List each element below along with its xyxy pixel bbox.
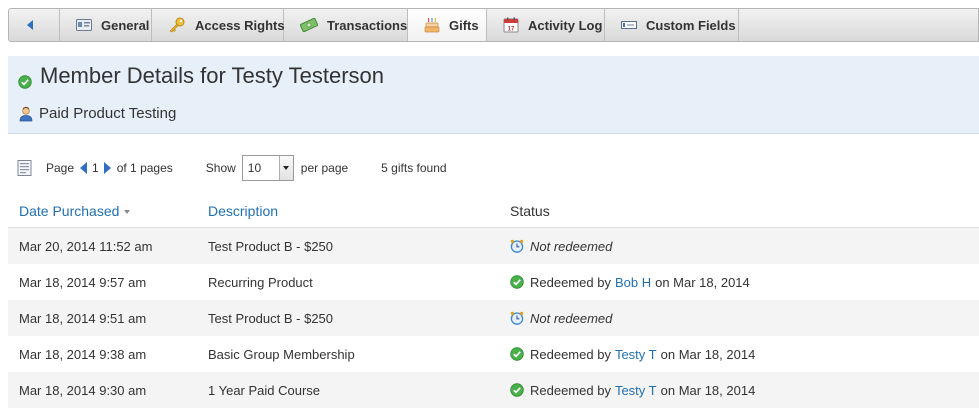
per-page-value: 10 xyxy=(247,161,262,175)
status-suffix: on Mar 18, 2014 xyxy=(655,274,750,290)
alarm-clock-icon xyxy=(510,239,524,253)
result-count: 5 gifts found xyxy=(381,161,447,175)
status-prefix: Redeemed by xyxy=(530,274,611,290)
tab-back[interactable] xyxy=(9,9,60,41)
member-header: Member Details for Testy Testerson Paid … xyxy=(8,56,979,134)
money-icon xyxy=(300,17,318,33)
tab-custom-fields[interactable]: Custom Fields xyxy=(605,9,739,41)
current-page: 1 xyxy=(92,161,99,175)
user-icon xyxy=(19,106,33,122)
page-title: Member Details for Testy Testerson xyxy=(40,63,384,88)
check-circle-icon xyxy=(510,347,524,361)
next-page-icon[interactable] xyxy=(103,162,111,174)
tab-label: Transactions xyxy=(327,17,408,33)
tab-activity-log[interactable]: 17 Activity Log xyxy=(487,9,605,41)
status-suffix: on Mar 18, 2014 xyxy=(660,346,756,362)
cell-description: Basic Group Membership xyxy=(208,346,355,362)
status-suffix: on Mar 18, 2014 xyxy=(660,382,756,398)
status-prefix: Redeemed by xyxy=(530,346,611,362)
tab-transactions[interactable]: Transactions xyxy=(284,9,408,41)
column-date-purchased[interactable]: Date Purchased xyxy=(8,203,198,219)
form-field-icon xyxy=(621,17,637,33)
redeemer-link[interactable]: Testy T xyxy=(615,347,657,362)
show-label: Show xyxy=(205,161,236,175)
page-title-row: Member Details for Testy Testerson xyxy=(18,63,384,89)
tab-general[interactable]: General xyxy=(60,9,152,41)
pager: Page 1 of 1 pages Show 10 per page 5 gif… xyxy=(16,155,976,181)
check-circle-icon xyxy=(510,275,524,289)
cell-description: Recurring Product xyxy=(208,274,313,290)
tab-label: Custom Fields xyxy=(646,17,736,33)
sort-date-link[interactable]: Date Purchased xyxy=(19,203,119,219)
cell-description: Test Product B - $250 xyxy=(208,238,334,254)
cell-status: Redeemed by Testy T on Mar 18, 2014 xyxy=(499,347,979,362)
tab-label: General xyxy=(101,17,150,33)
per-page-label: per page xyxy=(300,161,349,175)
member-level-row: Paid Product Testing xyxy=(19,105,176,122)
column-status: Status xyxy=(499,203,979,219)
cell-status: Redeemed by Bob H on Mar 18, 2014 xyxy=(499,275,979,290)
status-header-label: Status xyxy=(510,202,550,219)
svg-text:17: 17 xyxy=(508,27,515,33)
status-text: Not redeemed xyxy=(530,310,613,326)
cell-date: Mar 18, 2014 9:30 am xyxy=(19,382,147,398)
table-row: Mar 20, 2014 11:52 am Test Product B - $… xyxy=(8,228,979,264)
back-arrow-icon xyxy=(21,17,39,33)
redeemer-link[interactable]: Testy T xyxy=(615,383,657,398)
cell-date: Mar 18, 2014 9:51 am xyxy=(19,310,147,326)
cell-status: Redeemed by Testy T on Mar 18, 2014 xyxy=(499,383,979,398)
table-row: Mar 18, 2014 9:38 am Basic Group Members… xyxy=(8,336,979,372)
cell-status: Not redeemed xyxy=(499,311,979,326)
prev-page-icon[interactable] xyxy=(80,162,88,174)
key-icon xyxy=(168,17,186,33)
alarm-clock-icon xyxy=(510,311,524,325)
tab-bar: General Access Rights Transactions Gifts… xyxy=(8,8,979,42)
page-list-icon xyxy=(16,159,34,177)
cell-date: Mar 20, 2014 11:52 am xyxy=(19,238,153,254)
status-prefix: Redeemed by xyxy=(530,382,611,398)
page-count: of 1 pages xyxy=(116,161,173,175)
table-row: Mar 18, 2014 9:51 am Test Product B - $2… xyxy=(8,300,979,336)
tab-gifts[interactable]: Gifts xyxy=(408,9,487,41)
cell-description: 1 Year Paid Course xyxy=(208,382,321,398)
id-card-icon xyxy=(76,17,92,33)
tab-label: Access Rights xyxy=(195,17,285,33)
cell-status: Not redeemed xyxy=(499,239,979,254)
sort-description-link[interactable]: Description xyxy=(208,203,278,219)
cell-date: Mar 18, 2014 9:38 am xyxy=(19,346,147,362)
tab-label: Gifts xyxy=(449,17,479,33)
cell-date: Mar 18, 2014 9:57 am xyxy=(19,274,147,290)
per-page-select[interactable]: 10 xyxy=(241,155,294,181)
table-header: Date Purchased Description Status xyxy=(8,194,979,228)
cell-description: Test Product B - $250 xyxy=(208,310,334,326)
member-level-name: Paid Product Testing xyxy=(39,105,177,122)
tab-label: Activity Log xyxy=(528,17,603,33)
calendar-icon: 17 xyxy=(503,17,519,33)
status-text: Not redeemed xyxy=(530,238,613,254)
check-circle-icon xyxy=(510,383,524,397)
gifts-table: Date Purchased Description Status Mar 20… xyxy=(8,194,979,408)
column-description[interactable]: Description xyxy=(198,203,499,219)
check-circle-icon xyxy=(18,69,32,89)
table-row: Mar 18, 2014 9:57 am Recurring Product R… xyxy=(8,264,979,300)
redeemer-link[interactable]: Bob H xyxy=(615,275,651,290)
sort-desc-icon xyxy=(124,209,131,214)
page-label: Page xyxy=(46,161,75,175)
table-row: Mar 18, 2014 9:30 am 1 Year Paid Course … xyxy=(8,372,979,408)
tab-access-rights[interactable]: Access Rights xyxy=(152,9,285,41)
gift-cake-icon xyxy=(424,17,440,33)
chevron-down-icon xyxy=(278,156,293,180)
